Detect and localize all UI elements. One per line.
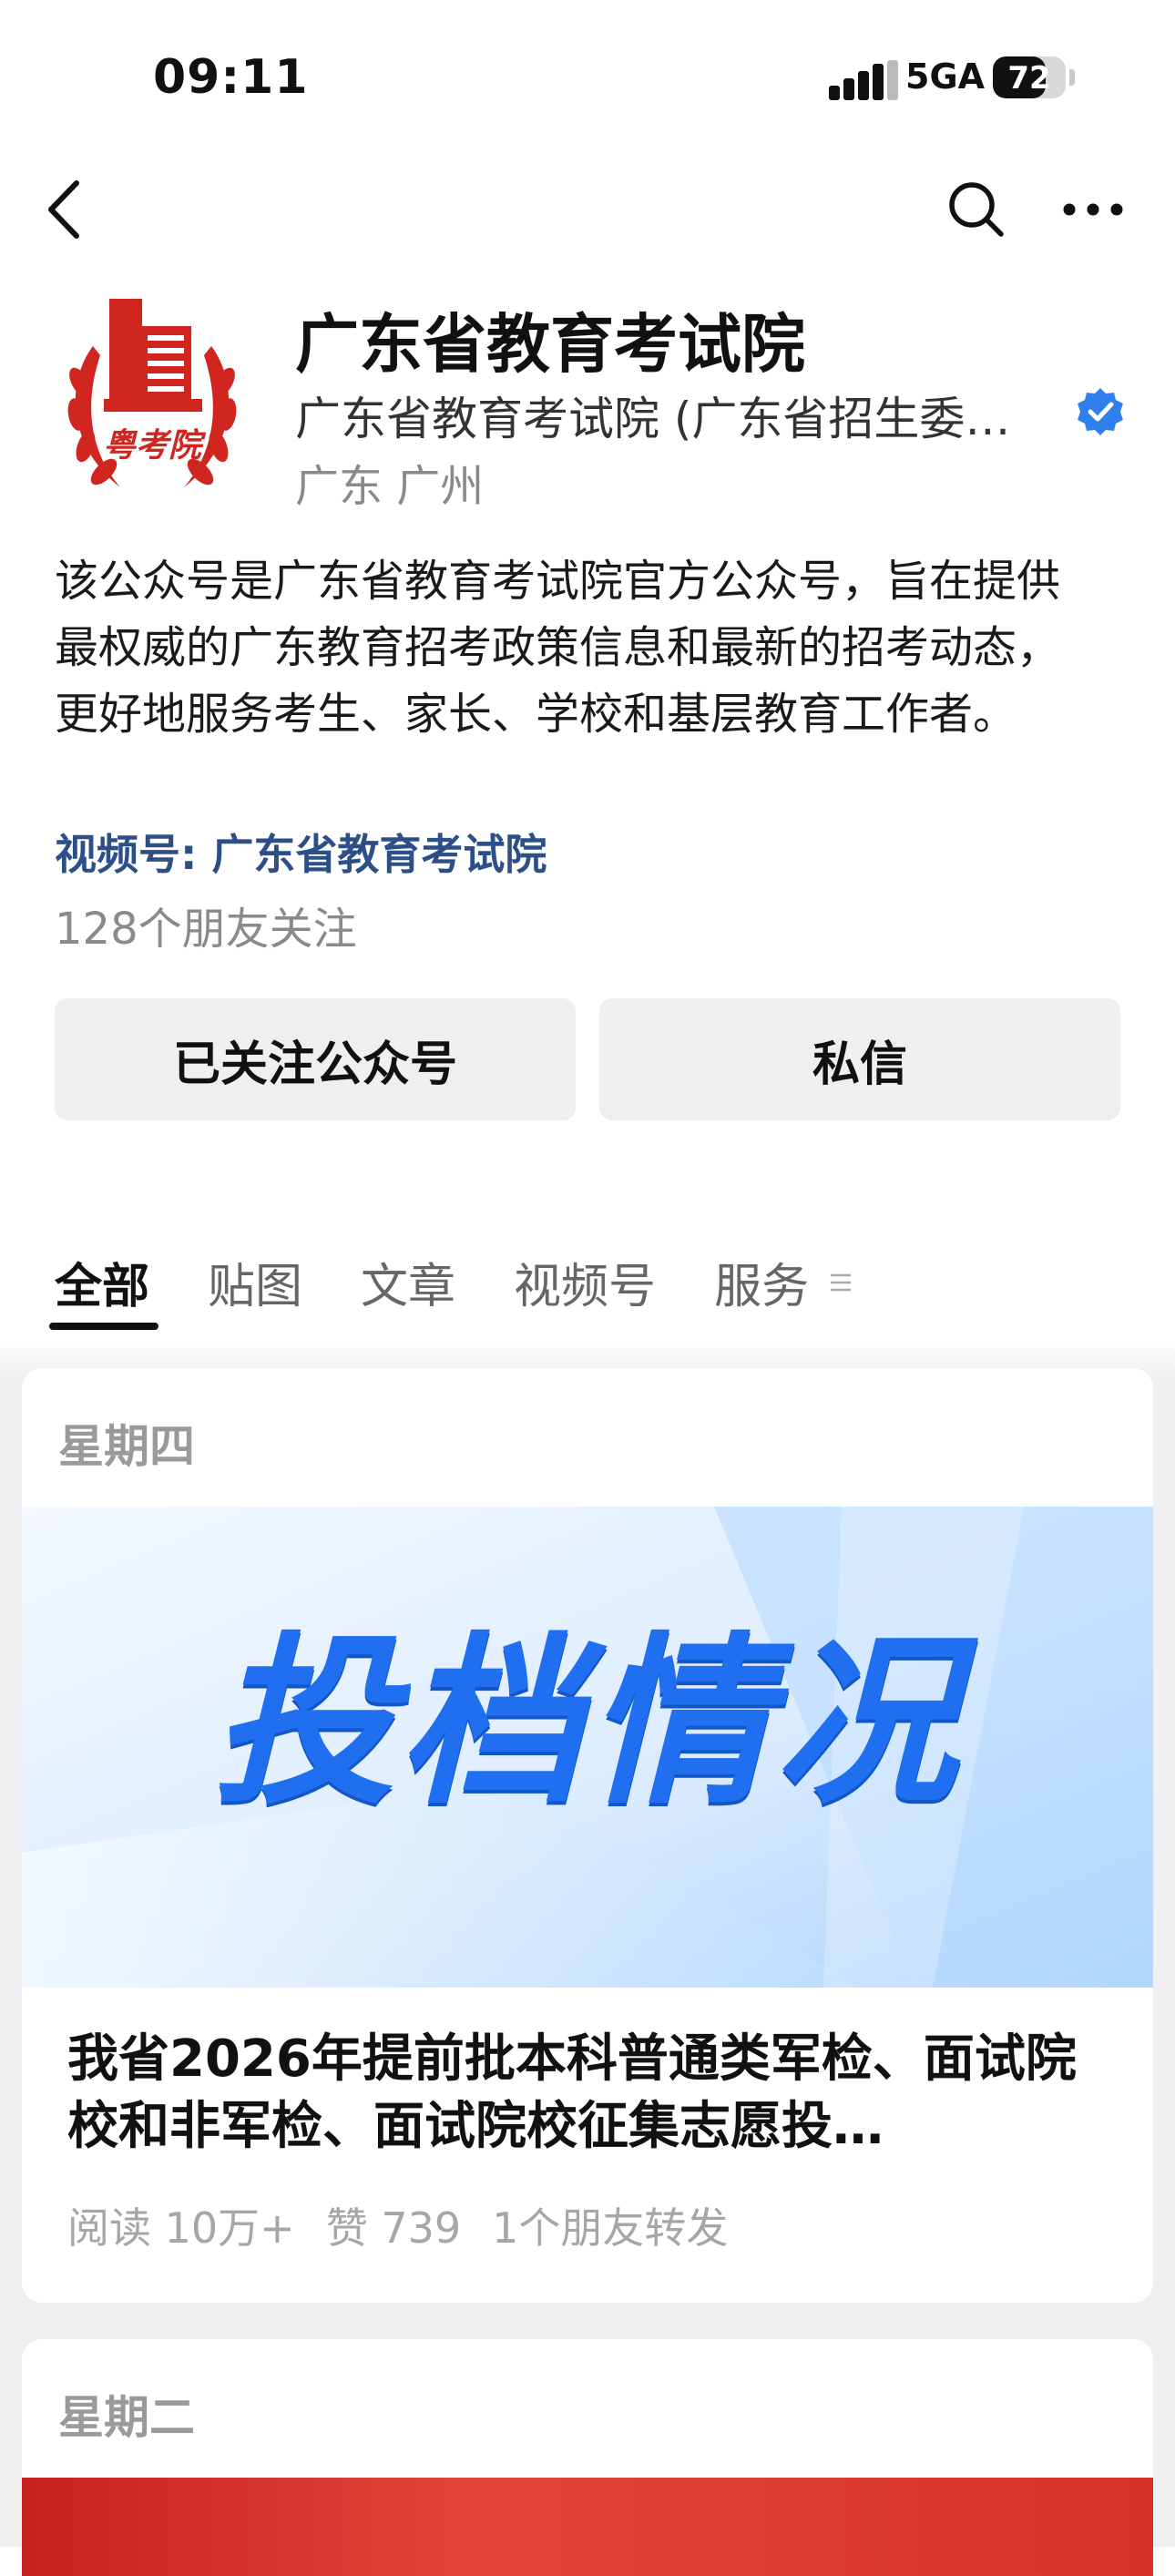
tab-images[interactable]: 贴图 (208, 1248, 302, 1316)
followed-button[interactable]: 已关注公众号 (55, 998, 576, 1120)
friend-shares: 1个朋友转发 (492, 2203, 729, 2253)
battery-tip (1069, 69, 1075, 86)
article-title[interactable]: 我省2026年提前批本科普通类军检、面试院校和非军检、面试院校征集志愿投… (67, 2026, 1115, 2161)
tab-channels[interactable]: 视频号 (514, 1248, 656, 1316)
more-button[interactable] (1055, 171, 1131, 248)
logo-text: 粤考院 (102, 426, 201, 465)
message-button[interactable]: 私信 (599, 998, 1120, 1120)
article-card[interactable]: 星期四 投档情况 我省2026年提前批本科普通类军检、面试院校和非军检、面试院校… (22, 1368, 1153, 2303)
active-tab-indicator (49, 1323, 158, 1330)
article-stats: 阅读 10万+ 赞 739 1个朋友转发 (67, 2195, 728, 2255)
cellular-signal-icon (829, 60, 898, 100)
read-count: 阅读 10万+ (67, 2203, 295, 2253)
content-tabs: 全部 贴图 文章 视频号 服务 (55, 1248, 809, 1316)
friends-following[interactable]: 128个朋友关注 (55, 893, 357, 956)
battery-percent: 72 (1007, 60, 1051, 97)
article-card[interactable]: 星期二 (22, 2339, 1153, 2576)
status-time: 09:11 (153, 50, 309, 105)
account-name: 广东省教育考试院 (295, 307, 805, 382)
article-cover-image[interactable] (22, 2478, 1153, 2576)
search-icon (949, 182, 1004, 237)
service-menu-icon[interactable] (827, 1269, 854, 1296)
banner-text: 投档情况 (211, 1617, 963, 1829)
post-day: 星期二 (58, 2391, 195, 2444)
back-button[interactable] (27, 173, 100, 246)
network-type: 5GA (905, 56, 986, 97)
account-subject[interactable]: 广东省教育考试院 (广东省招生委… (295, 383, 1060, 448)
tab-services[interactable]: 服务 (714, 1248, 809, 1316)
search-button[interactable] (938, 171, 1015, 248)
more-dots-icon (1063, 203, 1123, 216)
chevron-left-icon (48, 180, 79, 239)
like-count: 赞 739 (325, 2203, 462, 2253)
video-channel-link[interactable]: 视频号: 广东省教育考试院 (55, 822, 547, 882)
article-cover-image[interactable]: 投档情况 (22, 1507, 1153, 1988)
account-location: 广东 广州 (295, 461, 485, 512)
tab-articles[interactable]: 文章 (361, 1248, 455, 1316)
tab-all[interactable]: 全部 (55, 1248, 149, 1316)
verified-badge-icon[interactable] (1075, 386, 1126, 437)
account-logo: 粤考院 (56, 291, 248, 501)
battery-icon: 72 (993, 56, 1066, 98)
post-day: 星期四 (58, 1420, 195, 1473)
account-intro: 该公众号是广东省教育考试院官方公众号，旨在提供最权威的广东教育招考政策信息和最新… (55, 556, 1061, 740)
